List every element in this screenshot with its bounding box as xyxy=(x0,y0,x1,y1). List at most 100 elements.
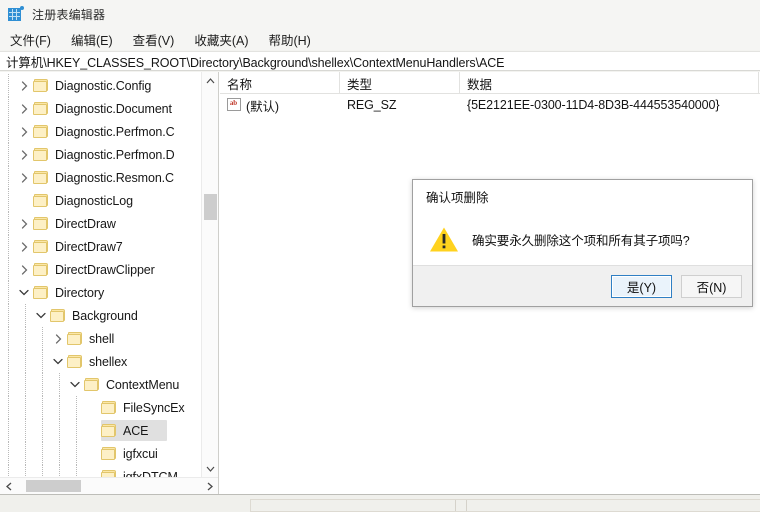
scroll-left-arrow[interactable] xyxy=(0,478,17,494)
chevron-down-icon[interactable] xyxy=(34,304,50,327)
scroll-down-arrow[interactable] xyxy=(202,460,218,477)
menu-favorites[interactable]: 收藏夹(A) xyxy=(194,28,258,51)
tree-item-igfxcui[interactable]: igfxcui xyxy=(0,442,202,465)
tree-guide-line xyxy=(42,396,43,419)
chevron-right-icon[interactable] xyxy=(17,120,33,143)
folder-icon xyxy=(33,285,50,300)
window-title: 注册表编辑器 xyxy=(32,7,106,22)
menu-help[interactable]: 帮助(H) xyxy=(268,28,320,51)
menu-edit[interactable]: 编辑(E) xyxy=(71,28,123,51)
folder-icon xyxy=(33,262,50,277)
tree-item-label: Diagnostic.Config xyxy=(55,78,152,93)
tree-leaf-spacer xyxy=(85,465,101,477)
tree-item-label: Diagnostic.Document xyxy=(55,101,172,116)
tree-leaf-spacer xyxy=(17,189,33,212)
column-header-type[interactable]: 类型 xyxy=(340,72,460,94)
chevron-down-icon[interactable] xyxy=(51,350,67,373)
column-header-data[interactable]: 数据 xyxy=(460,72,759,94)
registry-tree[interactable]: Diagnostic.Config Diagnostic.Document Diag… xyxy=(0,72,202,477)
tree-item-diagnostic-document[interactable]: Diagnostic.Document xyxy=(0,97,202,120)
tree-item-diagnosticlog[interactable]: DiagnosticLog xyxy=(0,189,202,212)
tree-guide-line xyxy=(25,373,26,396)
tree-item-label: igfxDTCM xyxy=(123,469,178,478)
status-panel-divider xyxy=(455,500,467,511)
chevron-right-icon[interactable] xyxy=(17,166,33,189)
tree-vscroll-thumb[interactable] xyxy=(204,194,217,220)
tree-hscroll-thumb[interactable] xyxy=(26,480,81,492)
tree-guide-line xyxy=(25,465,26,477)
tree-guide-line xyxy=(59,373,60,396)
tree-guide-line xyxy=(8,189,9,212)
confirm-delete-dialog: 确认项删除 确实要永久删除这个项和所有其子项吗? 是(Y) 否(N) xyxy=(412,179,753,307)
tree-guide-line xyxy=(8,327,9,350)
tree-item-diagnostic-resmon-c[interactable]: Diagnostic.Resmon.C xyxy=(0,166,202,189)
chevron-right-icon[interactable] xyxy=(17,143,33,166)
tree-guide-line xyxy=(8,442,9,465)
tree-vertical-scrollbar[interactable] xyxy=(201,72,218,477)
tree-item-shell[interactable]: shell xyxy=(0,327,202,350)
tree-guide-line xyxy=(42,442,43,465)
yes-button[interactable]: 是(Y) xyxy=(611,274,672,298)
tree-guide-line xyxy=(8,281,9,304)
scroll-up-arrow[interactable] xyxy=(202,72,218,89)
chevron-right-icon[interactable] xyxy=(17,258,33,281)
tree-leaf-spacer xyxy=(85,442,101,465)
folder-icon xyxy=(33,147,50,162)
scroll-right-arrow[interactable] xyxy=(201,478,218,494)
address-bar[interactable]: 计算机\HKEY_CLASSES_ROOT\Directory\Backgrou… xyxy=(0,51,760,71)
tree-item-diagnostic-perfmon-c[interactable]: Diagnostic.Perfmon.C xyxy=(0,120,202,143)
folder-icon xyxy=(33,216,50,231)
menu-view[interactable]: 查看(V) xyxy=(133,28,185,51)
tree-guide-line xyxy=(76,419,77,442)
tree-item-directdrawclipper[interactable]: DirectDrawClipper xyxy=(0,258,202,281)
tree-guide-line xyxy=(25,419,26,442)
tree-item-diagnostic-perfmon-d[interactable]: Diagnostic.Perfmon.D xyxy=(0,143,202,166)
tree-guide-line xyxy=(8,465,9,477)
tree-item-label: DirectDraw7 xyxy=(55,239,123,254)
no-button[interactable]: 否(N) xyxy=(681,274,742,298)
tree-item-directdraw7[interactable]: DirectDraw7 xyxy=(0,235,202,258)
tree-guide-line xyxy=(42,465,43,477)
tree-item-directory[interactable]: Directory xyxy=(0,281,202,304)
values-row[interactable]: ab (默认) REG_SZ {5E2121EE-0300-11D4-8D3B-444… xyxy=(220,94,760,116)
tree-guide-line xyxy=(8,396,9,419)
chevron-down-icon[interactable] xyxy=(17,281,33,304)
tree-guide-line xyxy=(42,350,43,373)
string-value-icon: ab xyxy=(227,98,242,112)
chevron-right-icon[interactable] xyxy=(17,235,33,258)
warning-triangle-icon xyxy=(429,226,459,253)
chevron-right-icon[interactable] xyxy=(17,212,33,235)
tree-guide-line xyxy=(8,350,9,373)
tree-guide-line xyxy=(25,442,26,465)
tree-item-filesyncex[interactable]: FileSyncEx xyxy=(0,396,202,419)
folder-icon xyxy=(33,170,50,185)
tree-guide-line xyxy=(42,419,43,442)
tree-guide-line xyxy=(59,465,60,477)
folder-icon xyxy=(101,469,118,477)
tree-item-contextmenu[interactable]: ContextMenu xyxy=(0,373,202,396)
chevron-right-icon[interactable] xyxy=(17,97,33,120)
value-data-cell: {5E2121EE-0300-11D4-8D3B-444553540000} xyxy=(467,98,720,112)
tree-item-shellex[interactable]: shellex xyxy=(0,350,202,373)
tree-item-directdraw[interactable]: DirectDraw xyxy=(0,212,202,235)
tree-horizontal-scrollbar[interactable] xyxy=(0,477,218,494)
folder-icon xyxy=(33,101,50,116)
chevron-down-icon[interactable] xyxy=(68,373,84,396)
column-header-name[interactable]: 名称 xyxy=(220,72,340,94)
chevron-right-icon[interactable] xyxy=(51,327,67,350)
folder-icon xyxy=(33,124,50,139)
tree-item-diagnostic-config[interactable]: Diagnostic.Config xyxy=(0,74,202,97)
values-column-header: 名称 类型 数据 xyxy=(220,72,760,94)
menu-file[interactable]: 文件(F) xyxy=(10,28,61,51)
tree-item-label: shellex xyxy=(89,354,128,369)
tree-item-ace[interactable]: ACE xyxy=(0,419,202,442)
chevron-right-icon[interactable] xyxy=(17,74,33,97)
folder-icon xyxy=(67,354,84,369)
tree-leaf-spacer xyxy=(85,419,101,442)
tree-item-background[interactable]: Background xyxy=(0,304,202,327)
tree-guide-line xyxy=(8,235,9,258)
tree-guide-line xyxy=(8,304,9,327)
tree-item-igfxdtcm[interactable]: igfxDTCM xyxy=(0,465,202,477)
tree-guide-line xyxy=(42,373,43,396)
tree-guide-line xyxy=(8,419,9,442)
